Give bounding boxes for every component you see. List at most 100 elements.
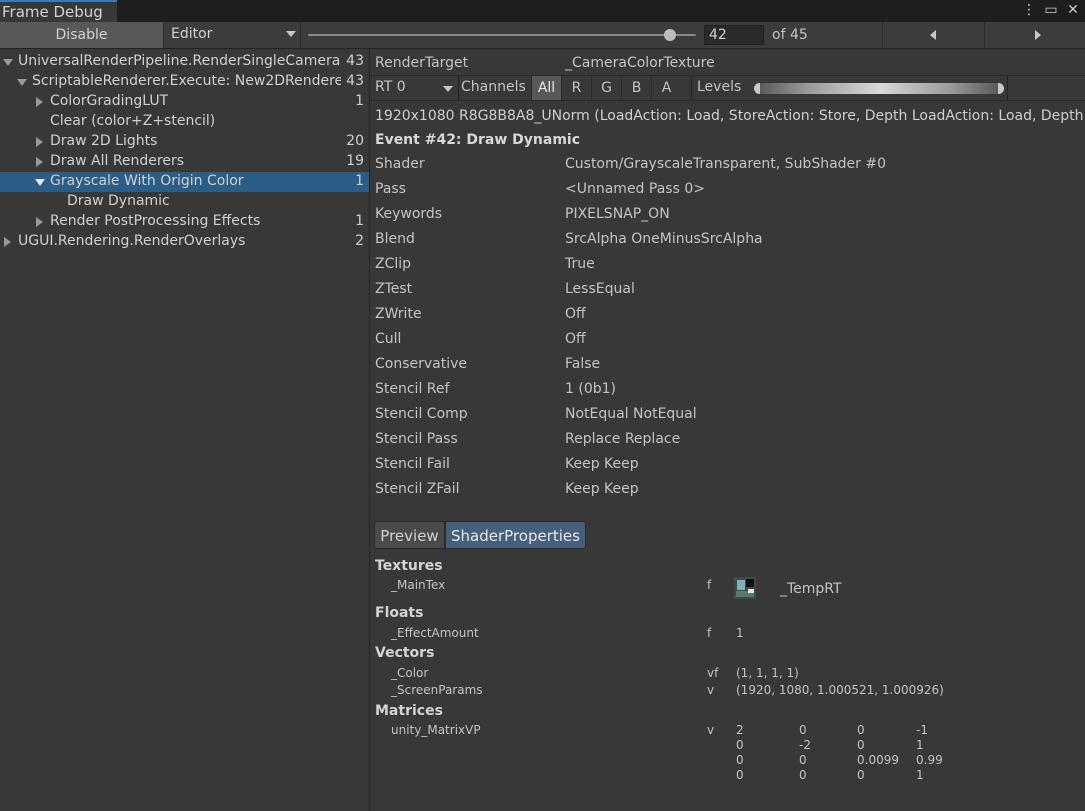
property-row: ZClip True bbox=[375, 256, 1075, 281]
maximize-icon[interactable]: ▭ bbox=[1043, 2, 1059, 18]
property-key: Blend bbox=[375, 231, 415, 247]
tree-item-label: UniversalRenderPipeline.RenderSingleCame… bbox=[18, 53, 341, 69]
matrix-cell: 0 bbox=[799, 768, 807, 782]
tree-item[interactable]: Draw 2D Lights 20 bbox=[0, 132, 369, 152]
vector-value: (1920, 1080, 1.000521, 1.000926) bbox=[736, 683, 944, 697]
foldout-expanded-icon[interactable] bbox=[17, 79, 27, 86]
event-tree: UniversalRenderPipeline.RenderSingleCame… bbox=[0, 49, 370, 811]
texture-type: f bbox=[707, 578, 712, 592]
tree-item[interactable]: ColorGradingLUT 1 bbox=[0, 92, 369, 112]
tree-item-count: 43 bbox=[346, 53, 364, 69]
tree-item-label: Clear (color+Z+stencil) bbox=[50, 113, 216, 129]
more-vertical-icon[interactable]: ⋮ bbox=[1021, 2, 1037, 18]
tree-item[interactable]: Clear (color+Z+stencil) bbox=[0, 112, 369, 132]
foldout-collapsed-icon[interactable] bbox=[36, 217, 43, 227]
tree-item[interactable]: Draw Dynamic bbox=[0, 192, 369, 212]
property-key: Stencil Ref bbox=[375, 381, 450, 397]
matrix-type: v bbox=[707, 723, 715, 737]
next-event-button[interactable] bbox=[984, 22, 1085, 48]
tree-item-label: Draw All Renderers bbox=[50, 153, 185, 169]
floats-title: Floats bbox=[375, 605, 424, 621]
frame-slider-track[interactable] bbox=[308, 34, 696, 36]
matrix-cell: 2 bbox=[736, 723, 744, 737]
matrix-cell: 0 bbox=[857, 768, 865, 782]
foldout-collapsed-icon[interactable] bbox=[36, 137, 43, 147]
mode-dropdown[interactable]: Editor bbox=[166, 22, 301, 48]
rt-select[interactable]: RT 0 bbox=[375, 79, 406, 95]
vectors-title: Vectors bbox=[375, 645, 435, 661]
vector-type: v bbox=[707, 683, 715, 697]
matrix-name: unity_MatrixVP bbox=[391, 723, 481, 737]
tree-item-count: 20 bbox=[346, 133, 364, 149]
tree-item[interactable]: Render PostProcessing Effects 1 bbox=[0, 212, 369, 232]
property-value: NotEqual NotEqual bbox=[565, 406, 697, 422]
tree-item-count: 2 bbox=[355, 233, 364, 249]
tree-item-label: ColorGradingLUT bbox=[50, 93, 169, 109]
texture-thumbnail[interactable] bbox=[734, 577, 756, 599]
channel-g-button[interactable]: G bbox=[591, 76, 621, 100]
property-row: Stencil Fail Keep Keep bbox=[375, 456, 1075, 481]
foldout-collapsed-icon[interactable] bbox=[36, 97, 43, 107]
arrow-left-icon bbox=[930, 30, 936, 40]
tree-item-label: Draw Dynamic bbox=[67, 193, 170, 209]
property-key: ZWrite bbox=[375, 306, 422, 322]
vector-name: _Color bbox=[391, 666, 429, 680]
property-value: True bbox=[565, 256, 595, 272]
tree-item-label: Grayscale With Origin Color bbox=[50, 173, 244, 189]
tree-item[interactable]: UGUI.Rendering.RenderOverlays 2 bbox=[0, 232, 369, 252]
tree-item-count: 1 bbox=[355, 213, 364, 229]
levels-slider[interactable] bbox=[754, 83, 1004, 94]
tree-item[interactable]: ScriptableRenderer.Execute: New2DRendere… bbox=[0, 72, 369, 92]
property-key: Stencil Pass bbox=[375, 431, 458, 447]
tab-preview[interactable]: Preview bbox=[374, 521, 445, 549]
property-key: ZClip bbox=[375, 256, 412, 272]
toolbar: Disable Editor 42 of 45 bbox=[0, 22, 1085, 49]
float-type: f bbox=[707, 626, 712, 640]
tree-item-count: 1 bbox=[355, 93, 364, 109]
previous-event-button[interactable] bbox=[882, 22, 984, 48]
tab-frame-debug[interactable]: Frame Debug bbox=[0, 0, 117, 22]
texture-row: _MainTex f _TempRT bbox=[370, 578, 1085, 602]
property-value: SrcAlpha OneMinusSrcAlpha bbox=[565, 231, 763, 247]
disable-button[interactable]: Disable bbox=[0, 22, 164, 48]
chevron-down-icon bbox=[286, 31, 296, 37]
event-details: RenderTarget _CameraColorTexture RT 0 Ch… bbox=[370, 49, 1085, 811]
matrix-cell: 0 bbox=[736, 768, 744, 782]
frame-slider-thumb[interactable] bbox=[663, 29, 676, 41]
channel-b-button[interactable]: B bbox=[621, 76, 651, 100]
chevron-down-icon bbox=[443, 86, 453, 92]
vector-name: _ScreenParams bbox=[391, 683, 483, 697]
foldout-collapsed-icon[interactable] bbox=[4, 237, 11, 247]
window-controls: ⋮ ▭ ✕ bbox=[1021, 2, 1081, 18]
property-value: False bbox=[565, 356, 601, 372]
close-icon[interactable]: ✕ bbox=[1065, 2, 1081, 18]
foldout-expanded-icon[interactable] bbox=[35, 179, 45, 186]
tree-item[interactable]: Draw All Renderers 19 bbox=[0, 152, 369, 172]
matrices-title: Matrices bbox=[375, 703, 443, 719]
tree-item[interactable]: UniversalRenderPipeline.RenderSingleCame… bbox=[0, 52, 369, 72]
render-target-info: 1920x1080 R8G8B8A8_UNorm (LoadAction: Lo… bbox=[375, 108, 1085, 124]
property-key: Keywords bbox=[375, 206, 443, 222]
channel-a-button[interactable]: A bbox=[651, 76, 681, 100]
matrix-cell: -2 bbox=[799, 738, 811, 752]
matrix-cell: 0 bbox=[857, 738, 865, 752]
textures-title: Textures bbox=[375, 558, 443, 574]
tree-item-label: Render PostProcessing Effects bbox=[50, 213, 261, 229]
foldout-collapsed-icon[interactable] bbox=[36, 157, 43, 167]
channel-all-button[interactable]: All bbox=[531, 76, 561, 100]
channels-label: Channels bbox=[461, 79, 526, 95]
vector-value: (1, 1, 1, 1) bbox=[736, 666, 799, 680]
property-row: Blend SrcAlpha OneMinusSrcAlpha bbox=[375, 231, 1075, 256]
foldout-expanded-icon[interactable] bbox=[3, 59, 13, 66]
frame-index-input[interactable]: 42 bbox=[704, 25, 764, 45]
matrix-cell: 0 bbox=[736, 738, 744, 752]
property-key: Stencil Comp bbox=[375, 406, 468, 422]
mode-value: Editor bbox=[171, 26, 213, 42]
tree-item-count: 1 bbox=[355, 173, 364, 189]
property-row: ZWrite Off bbox=[375, 306, 1075, 331]
arrow-right-icon bbox=[1035, 30, 1041, 40]
tab-shader-properties[interactable]: ShaderProperties bbox=[445, 521, 586, 549]
channel-r-button[interactable]: R bbox=[561, 76, 591, 100]
property-value: Keep Keep bbox=[565, 456, 639, 472]
tree-item[interactable]: Grayscale With Origin Color 1 bbox=[0, 172, 369, 192]
